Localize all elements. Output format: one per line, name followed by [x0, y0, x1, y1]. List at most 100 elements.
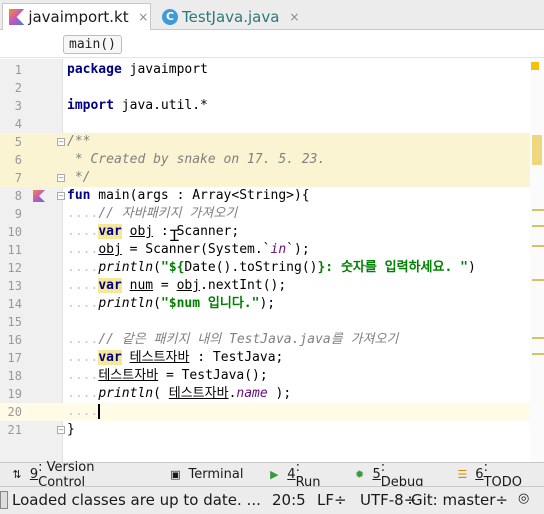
fold-marker-icon[interactable]: −	[57, 138, 65, 146]
code-line-current: 20....	[0, 403, 530, 421]
status-message[interactable]: Loaded classes are up to date. ...	[12, 491, 261, 509]
line-number: 14	[7, 297, 22, 311]
code-editor[interactable]: 1 package javaimport 2 3 import java.util.…	[0, 59, 544, 462]
mouse-ibeam-cursor-icon: Ɪ	[170, 226, 179, 245]
event-log-icon[interactable]: ◎	[518, 491, 529, 506]
java-class-icon: C	[162, 8, 178, 25]
code-token: 테스트자바	[98, 368, 159, 383]
warning-marker[interactable]	[532, 279, 544, 281]
line-number: 17	[7, 351, 22, 365]
code-token: name	[236, 386, 268, 401]
code-line: 15	[0, 313, 530, 331]
close-icon[interactable]: ×	[287, 10, 301, 24]
code-token: fun	[67, 188, 91, 203]
doc-comment-marker[interactable]	[532, 135, 542, 165]
code-token: }	[67, 422, 75, 437]
whitespace-marker: ....	[67, 332, 99, 347]
tool-todo[interactable]: ☰ 6: TODO	[455, 460, 530, 490]
tool-label: : Debug	[380, 459, 424, 490]
breadcrumb-main[interactable]: main()	[63, 35, 122, 54]
line-number: 13	[7, 279, 22, 293]
text-caret	[98, 404, 101, 419]
whitespace-marker: ....	[67, 350, 99, 365]
tool-windows-toggle-icon[interactable]	[0, 491, 8, 509]
code-token: );	[267, 386, 292, 401]
close-icon[interactable]: ×	[137, 10, 150, 24]
line-number: 15	[7, 315, 22, 329]
tab-label: javaimport.kt	[28, 8, 129, 26]
shortcut-key: 5	[372, 467, 381, 482]
code-token: = Scanner(System.`	[121, 242, 271, 257]
code-line: 19 ....println( 테스트자바.name );	[0, 385, 530, 403]
code-token: obj	[98, 242, 122, 257]
code-line: 1 package javaimport	[0, 61, 530, 79]
code-token: }: 숫자를 입력하세요. "	[317, 260, 468, 275]
line-number: 21	[7, 423, 22, 437]
shortcut-key: 6	[475, 467, 484, 482]
warning-marker[interactable]	[532, 225, 544, 227]
run-icon: ▶	[270, 468, 279, 481]
fold-marker-icon[interactable]: −	[57, 192, 65, 200]
code-token: "${	[160, 260, 185, 275]
debug-icon: ✹	[354, 468, 365, 481]
tool-version-control[interactable]: ⇅ 9: Version Control	[10, 460, 145, 490]
shortcut-key: 4	[287, 467, 296, 482]
code-token: : TestJava;	[189, 350, 284, 365]
code-token: java.util.*	[113, 98, 208, 113]
code-token: =	[153, 278, 177, 293]
tool-debug[interactable]: ✹ 5: Debug	[353, 460, 432, 490]
code-token: obj	[176, 278, 201, 293]
tool-run[interactable]: ▶ 4: Run	[267, 460, 328, 490]
code-line: 4	[0, 115, 530, 133]
code-token: import	[67, 98, 114, 113]
tool-label: Terminal	[188, 467, 244, 482]
code-token: (	[153, 386, 169, 401]
code-line: 10 ....var obj : Scanner;	[0, 223, 530, 241]
code-line: 5 /**	[0, 133, 530, 151]
line-number: 3	[14, 99, 22, 113]
line-separator[interactable]: LF÷	[317, 491, 347, 509]
inspection-status-icon[interactable]	[531, 62, 539, 70]
code-token: (	[153, 296, 161, 311]
line-number: 19	[7, 387, 22, 401]
whitespace-marker: ....	[67, 260, 99, 275]
fold-marker-icon[interactable]: −	[57, 174, 65, 182]
code-line: 6 * Created by snake on 17. 5. 23.	[0, 151, 530, 169]
tool-label: : TODO	[483, 459, 522, 490]
code-line: 3 import java.util.*	[0, 97, 530, 115]
code-token: main(args : Array<String>){	[90, 188, 310, 203]
caret-position[interactable]: 20:5	[272, 491, 306, 509]
file-encoding[interactable]: UTF-8÷	[360, 491, 416, 509]
code-line: 17 ....var 테스트자바 : TestJava;	[0, 349, 530, 367]
fold-marker-icon[interactable]: −	[57, 426, 65, 434]
warning-marker[interactable]	[532, 337, 544, 339]
todo-icon: ☰	[457, 468, 468, 481]
line-number: 6	[14, 153, 22, 167]
tool-terminal[interactable]: ▣ Terminal	[169, 467, 244, 482]
git-branch[interactable]: Git: master÷	[411, 491, 508, 509]
whitespace-marker: ....	[67, 278, 99, 293]
code-token: * Created by snake on 17. 5. 23.	[67, 152, 326, 167]
code-line: 21}	[0, 421, 530, 439]
tab-testjava-java[interactable]: C TestJava.java ×	[156, 3, 306, 30]
tool-window-bar: ⇅ 9: Version Control ▣ Terminal ▶ 4: Run ✹ 5…	[0, 460, 544, 490]
code-line: 13 ....var num = obj.nextInt();	[0, 277, 530, 295]
editor-tab-bar: javaimport.kt × C TestJava.java ×	[0, 0, 544, 30]
code-line: 9 ....// 자바패키지 가져오기	[0, 205, 530, 223]
code-token: 테스트자바	[168, 386, 229, 401]
code-token: obj	[129, 224, 154, 239]
whitespace-marker: ....	[67, 404, 99, 419]
warning-marker[interactable]	[532, 245, 544, 247]
warning-marker[interactable]	[532, 353, 544, 355]
code-token: println	[98, 386, 154, 401]
error-stripe[interactable]	[530, 59, 544, 462]
version-control-icon: ⇅	[12, 468, 22, 481]
tab-javaimport-kt[interactable]: javaimport.kt ×	[2, 3, 151, 30]
warning-marker[interactable]	[532, 209, 544, 211]
whitespace-marker: ....	[67, 206, 99, 221]
code-line: 14 ....println("$num 입니다.");	[0, 295, 530, 313]
code-line: 18 ....테스트자바 = TestJava();	[0, 367, 530, 385]
